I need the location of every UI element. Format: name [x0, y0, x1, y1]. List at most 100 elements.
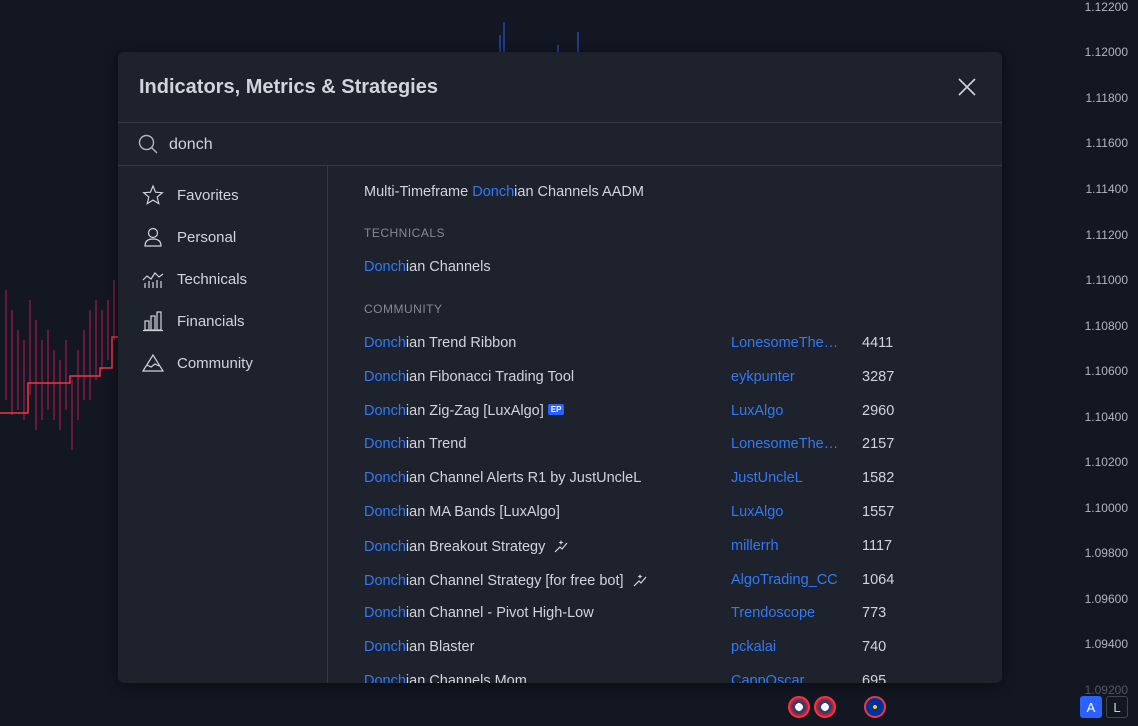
price-label: 1.09400 — [1084, 637, 1128, 651]
result-count: 1064 — [862, 571, 895, 588]
result-author[interactable]: LonesomeThe… — [731, 335, 841, 351]
us-flag-icon[interactable] — [814, 696, 836, 718]
dialog-title: Indicators, Metrics & Strategies — [139, 76, 438, 98]
price-label: 1.09800 — [1084, 546, 1128, 560]
chart-icon — [142, 272, 164, 288]
result-author[interactable]: pckalai — [731, 639, 841, 655]
scale-buttons: A L — [1080, 696, 1128, 718]
search-bar — [118, 123, 1002, 166]
sidebar: Favorites Personal Technicals Financials… — [118, 166, 328, 683]
price-label: 1.10400 — [1084, 410, 1128, 424]
event-flags — [788, 696, 886, 718]
price-label: 1.11800 — [1085, 91, 1129, 105]
price-label: 1.11600 — [1085, 136, 1129, 150]
result-name: Donchian Channel - Pivot High-Low — [364, 605, 594, 622]
list-item[interactable]: Donchian Channel Strategy [for free bot]… — [364, 569, 984, 593]
list-item[interactable]: Donchian Channels Mom CappOscar 695 — [364, 670, 984, 683]
sidebar-item-label: Financials — [177, 312, 245, 330]
price-label: 1.10800 — [1084, 319, 1128, 333]
list-item[interactable]: Donchian Zig-Zag [LuxAlgo] EP LuxAlgo 2960 — [364, 400, 984, 424]
result-name: Donchian Fibonacci Trading Tool — [364, 368, 575, 385]
strategy-icon — [633, 573, 647, 587]
list-item[interactable]: Donchian Trend Ribbon LonesomeThe… 4411 — [364, 332, 984, 356]
result-name: Multi-Timeframe Donchian Channels AADM — [364, 184, 644, 200]
result-count: 4411 — [862, 335, 894, 351]
section-label-technicals: TECHNICALS — [364, 226, 446, 240]
list-item[interactable]: Donchian Channel - Pivot High-Low Trendos… — [364, 602, 984, 626]
results-list: Multi-Timeframe Donchian Channels AADM T… — [329, 166, 1002, 683]
ep-badge: EP — [547, 403, 565, 415]
sidebar-item-label: Favorites — [177, 186, 239, 204]
section-label-community: COMMUNITY — [364, 302, 443, 316]
result-name: Donchian Channel Alerts R1 by JustUncleL — [364, 470, 642, 487]
list-item[interactable]: Multi-Timeframe Donchian Channels AADM — [364, 181, 984, 205]
close-icon[interactable] — [958, 78, 976, 96]
price-label: 1.11400 — [1085, 182, 1129, 196]
result-name: Donchian MA Bands [LuxAlgo] — [364, 504, 560, 520]
price-scale[interactable]: 1.12200 1.12000 1.11800 1.11600 1.11400 … — [1068, 0, 1138, 726]
result-count: 2157 — [862, 436, 895, 453]
result-count: 773 — [862, 605, 887, 622]
price-label: 1.09200 — [1084, 683, 1128, 697]
price-label: 1.12000 — [1084, 45, 1128, 59]
auto-scale-button[interactable]: A — [1080, 696, 1102, 718]
result-name: Donchian Channels — [364, 259, 491, 275]
result-author[interactable]: eykpunter — [731, 369, 841, 385]
result-name: Donchian Trend — [364, 436, 467, 453]
candles — [5, 280, 115, 450]
sidebar-item-financials[interactable]: Financials — [142, 306, 245, 336]
price-label: 1.11200 — [1085, 228, 1129, 242]
sidebar-item-community[interactable]: Community — [142, 348, 253, 378]
sidebar-item-label: Community — [177, 354, 253, 372]
price-label: 1.11000 — [1085, 273, 1129, 287]
search-icon — [138, 134, 158, 154]
list-item[interactable]: Donchian Blaster pckalai 740 — [364, 636, 984, 660]
result-name: Donchian Blaster — [364, 639, 475, 656]
price-label: 1.10600 — [1084, 364, 1128, 378]
result-author[interactable]: CappOscar — [731, 673, 841, 683]
list-item[interactable]: Donchian Channel Alerts R1 by JustUncleL… — [364, 467, 984, 491]
sidebar-item-label: Technicals — [177, 270, 248, 288]
list-item[interactable]: Donchian Trend LonesomeThe… 2157 — [364, 433, 984, 457]
sidebar-item-technicals[interactable]: Technicals — [142, 264, 247, 294]
strategy-icon — [554, 539, 568, 553]
indicators-dialog: Indicators, Metrics & Strategies Favorit… — [118, 52, 1002, 683]
price-label: 1.12200 — [1084, 0, 1128, 14]
list-item[interactable]: Donchian Channels — [364, 256, 984, 280]
star-icon — [142, 184, 164, 205]
sidebar-item-favorites[interactable]: Favorites — [142, 180, 239, 210]
result-author[interactable]: LonesomeThe… — [731, 436, 841, 452]
search-input[interactable] — [167, 131, 951, 159]
result-author[interactable]: LuxAlgo — [731, 504, 841, 520]
result-name: Donchian Channels Mom — [364, 673, 527, 683]
user-icon — [144, 227, 162, 247]
result-count: 3287 — [862, 368, 895, 385]
us-flag-icon[interactable] — [788, 696, 810, 718]
dialog-header: Indicators, Metrics & Strategies — [118, 52, 1002, 123]
sidebar-item-label: Personal — [177, 228, 237, 246]
list-item[interactable]: Donchian Breakout Strategy millerrh 1117 — [364, 535, 984, 559]
result-name: Donchian Zig-Zag [LuxAlgo] EP — [364, 403, 565, 419]
result-count: 1582 — [862, 470, 895, 487]
result-name: Donchian Breakout Strategy — [364, 538, 569, 555]
list-item[interactable]: Donchian Fibonacci Trading Tool eykpunter… — [364, 366, 984, 390]
price-label: 1.09600 — [1084, 592, 1128, 606]
log-scale-button[interactable]: L — [1106, 696, 1128, 718]
result-author[interactable]: LuxAlgo — [731, 403, 841, 419]
dialog-body: Favorites Personal Technicals Financials… — [118, 166, 1002, 683]
result-author[interactable]: millerrh — [731, 538, 841, 554]
result-author[interactable]: JustUncleL — [731, 470, 841, 486]
sidebar-item-personal[interactable]: Personal — [142, 222, 236, 252]
list-item[interactable]: Donchian MA Bands [LuxAlgo] LuxAlgo 1557 — [364, 501, 984, 525]
price-label: 1.10000 — [1084, 501, 1128, 515]
result-count: 740 — [862, 639, 887, 656]
result-author[interactable]: AlgoTrading_CC — [731, 572, 841, 588]
result-count: 1117 — [862, 537, 893, 554]
result-name: Donchian Channel Strategy [for free bot] — [364, 572, 648, 589]
result-count: 1557 — [862, 504, 895, 520]
result-count: 2960 — [862, 402, 895, 419]
result-author[interactable]: Trendoscope — [731, 605, 841, 621]
eu-flag-icon[interactable] — [864, 696, 886, 718]
mountain-icon — [142, 353, 164, 372]
price-label: 1.10200 — [1084, 455, 1128, 469]
